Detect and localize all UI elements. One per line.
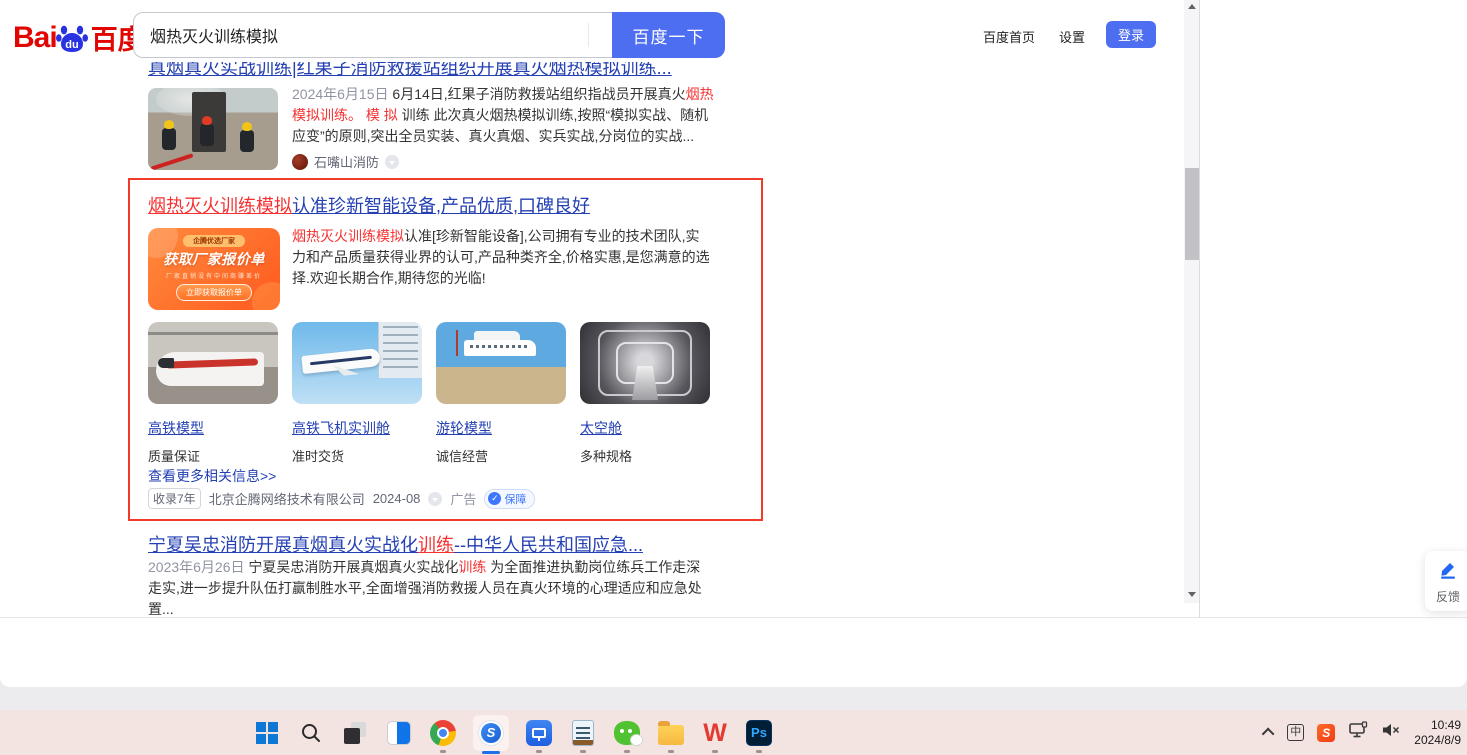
windows-taskbar: S W Ps 中 S 10:49 2024/8/9 xyxy=(0,710,1467,755)
product-card[interactable]: 高铁飞机实训舱 准时交货 xyxy=(292,322,424,465)
result1-source-row: 石嘴山消防 xyxy=(292,152,399,171)
ad-banner-image[interactable]: 企腾优选厂家 获取厂家报价单 厂家直销没有中间商赚差价 立即获取报价单 xyxy=(148,228,280,310)
notepad-icon[interactable] xyxy=(569,719,597,747)
file-explorer-icon[interactable] xyxy=(657,719,685,747)
banner-pill: 企腾优选厂家 xyxy=(183,235,245,247)
result1-date: 2024年6月15日 xyxy=(292,86,389,102)
cruise-ship-image[interactable] xyxy=(436,322,566,404)
wechat-icon[interactable] xyxy=(613,719,641,747)
baidu-search-button[interactable]: 百度一下 xyxy=(612,12,725,58)
product-tag: 多种规格 xyxy=(580,446,712,465)
nav-baidu-home[interactable]: 百度首页 xyxy=(983,27,1035,46)
product-link[interactable]: 高铁模型 xyxy=(148,418,280,438)
ad-footer: 收录7年 北京企腾网络技术有限公司 2024-08 广告 ✓ 保障 xyxy=(148,488,535,509)
result3-snippet: 2023年6月26日 宁夏吴忠消防开展真烟真火实战化训练 为全面推进执勤岗位练兵… xyxy=(148,557,714,618)
see-more-link[interactable]: 查看更多相关信息>> xyxy=(148,466,276,486)
search-icon[interactable] xyxy=(297,719,325,747)
scrollbar-edge xyxy=(1199,0,1200,618)
taskbar-icons: S W Ps xyxy=(253,710,773,755)
chrome-icon[interactable] xyxy=(429,719,457,747)
pc-manager-icon[interactable] xyxy=(525,719,553,747)
product-link[interactable]: 太空舱 xyxy=(580,418,712,438)
firefighters-image xyxy=(148,88,278,170)
baidu-logo[interactable]: Bai du 百度 xyxy=(13,18,145,57)
scroll-down-arrow[interactable] xyxy=(1188,592,1196,597)
result1-source: 石嘴山消防 xyxy=(314,152,379,171)
result1-thumbnail[interactable] xyxy=(148,88,278,170)
space-capsule-image[interactable] xyxy=(580,322,710,404)
scrollbar-thumb[interactable] xyxy=(1185,168,1199,260)
banner-headline: 获取厂家报价单 xyxy=(148,249,280,269)
scroll-up-arrow[interactable] xyxy=(1188,4,1196,9)
wps-office-icon[interactable]: W xyxy=(701,719,729,747)
taskbar-clock[interactable]: 10:49 2024/8/9 xyxy=(1414,718,1461,748)
pencil-icon xyxy=(1437,558,1459,580)
sogou-input-icon[interactable]: S xyxy=(1317,724,1335,742)
photoshop-icon[interactable]: Ps xyxy=(745,719,773,747)
ad-title-highlight: 烟热灭火训练模拟 xyxy=(148,196,292,216)
result1-snippet: 2024年6月15日 6月14日,红果子消防救援站组织指战员开展真火烟热模拟训练… xyxy=(292,84,714,147)
baidu-paw-icon: du xyxy=(55,21,89,55)
system-tray: 中 S 10:49 2024/8/9 xyxy=(1265,710,1461,755)
clock-date: 2024/8/9 xyxy=(1414,733,1461,747)
train-model-image[interactable] xyxy=(148,322,278,404)
search-results-page: 真烟真火实战训练|红果子消防救援站组织开展真火烟热模拟训练... 2024年6月… xyxy=(0,0,1200,618)
ad-label: 广告 xyxy=(450,489,476,508)
product-card[interactable]: 太空舱 多种规格 xyxy=(580,322,712,465)
nav-settings[interactable]: 设置 xyxy=(1059,27,1085,46)
widgets-icon[interactable] xyxy=(385,719,413,747)
ad-title-link[interactable]: 烟热灭火训练模拟认准珍新智能设备,产品优质,口碑良好 xyxy=(148,192,590,218)
product-link[interactable]: 高铁飞机实训舱 xyxy=(292,418,424,438)
task-view-icon[interactable] xyxy=(341,719,369,747)
windows-start-icon[interactable] xyxy=(253,719,281,747)
ad-company: 北京企腾网络技术有限公司 xyxy=(209,489,365,508)
ad-date: 2024-08 xyxy=(373,491,421,506)
cast-monitor-icon[interactable] xyxy=(1348,721,1368,744)
ad-red-outline-box: 烟热灭火训练模拟认准珍新智能设备,产品优质,口碑良好 企腾优选厂家 获取厂家报价… xyxy=(128,178,763,521)
product-link[interactable]: 游轮模型 xyxy=(436,418,568,438)
banner-subline: 厂家直销没有中间商赚差价 xyxy=(148,271,280,280)
volume-muted-icon[interactable] xyxy=(1381,722,1401,743)
screen: 真烟真火实战训练|红果子消防救援站组织开展真火烟热模拟训练... 2024年6月… xyxy=(0,0,1467,755)
search-header: Bai du 百度 ✕ xyxy=(0,0,1200,62)
result3-date: 2023年6月26日 xyxy=(148,559,245,575)
feedback-button[interactable]: 反馈 xyxy=(1425,551,1467,611)
search-input[interactable] xyxy=(133,12,612,58)
browser-window: 真烟真火实战训练|红果子消防救援站组织开展真火烟热模拟训练... 2024年6月… xyxy=(0,0,1467,687)
airplane-cabin-image[interactable] xyxy=(292,322,422,404)
product-card[interactable]: 高铁模型 质量保证 xyxy=(148,322,280,465)
search-separator xyxy=(588,23,589,47)
check-icon: ✓ xyxy=(488,492,501,505)
clock-time: 10:49 xyxy=(1431,718,1461,732)
product-card[interactable]: 游轮模型 诚信经营 xyxy=(436,322,568,465)
product-tag: 质量保证 xyxy=(148,446,280,465)
login-button[interactable]: 登录 xyxy=(1106,21,1156,48)
chevron-down-icon[interactable] xyxy=(428,492,442,506)
baozhang-badge[interactable]: ✓ 保障 xyxy=(484,489,535,509)
search-box: ✕ 百度一下 xyxy=(133,12,725,58)
product-tag: 准时交货 xyxy=(292,446,424,465)
product-tag: 诚信经营 xyxy=(436,446,568,465)
logo-du-text: du xyxy=(65,39,78,51)
result3-title[interactable]: 宁夏吴忠消防开展真烟真火实战化训练--中华人民共和国应急... xyxy=(148,531,643,557)
indexed-years-badge: 收录7年 xyxy=(148,488,201,509)
sogou-browser-icon-active[interactable]: S xyxy=(473,715,509,751)
chevron-down-icon[interactable] xyxy=(385,155,399,169)
page-scrollbar[interactable] xyxy=(1184,0,1200,603)
banner-cta-button[interactable]: 立即获取报价单 xyxy=(176,284,252,301)
tray-chevron-up-icon[interactable] xyxy=(1262,728,1275,741)
source-avatar xyxy=(292,154,308,170)
ad-description: 烟热灭火训练模拟认准[珍新智能设备],公司拥有专业的技术团队,实力和产品质量获得… xyxy=(292,226,710,289)
ime-indicator-icon[interactable]: 中 xyxy=(1287,724,1304,741)
viewport-bottom-line xyxy=(0,617,1467,618)
feedback-label: 反馈 xyxy=(1425,588,1467,605)
